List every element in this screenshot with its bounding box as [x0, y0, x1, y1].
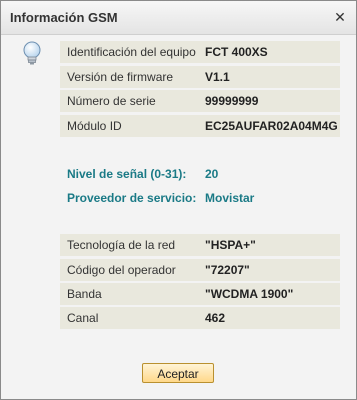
row-device-id: Identificación del equipo FCT 400XS: [60, 41, 340, 63]
signal-level: Nivel de señal (0-31): 20: [67, 167, 218, 181]
row-serial: Número de serie 99999999: [60, 90, 340, 112]
network-tech-label: Tecnología de la red: [67, 238, 176, 252]
gsm-info-dialog: Información GSM ✕ Identificación del equ…: [0, 0, 357, 400]
device-id-value: FCT 400XS: [205, 45, 268, 59]
module-id-value: EC25AUFAR02A04M4G: [205, 119, 338, 133]
row-network-tech: Tecnología de la red "HSPA+": [60, 234, 340, 256]
band-value: "WCDMA 1900": [205, 287, 294, 301]
channel-value: 462: [205, 311, 226, 325]
service-provider-value: Movistar: [205, 191, 255, 205]
title-bar: Información GSM ✕: [1, 1, 356, 35]
signal-level-label: Nivel de señal (0-31):: [67, 167, 187, 181]
signal-level-value: 20: [205, 167, 219, 181]
row-band: Banda "WCDMA 1900": [60, 283, 340, 305]
network-tech-value: "HSPA+": [205, 238, 256, 252]
channel-label: Canal: [67, 311, 99, 325]
serial-label: Número de serie: [67, 94, 156, 108]
row-operator-code: Código del operador "72207": [60, 259, 340, 281]
band-label: Banda: [67, 287, 102, 301]
device-id-label: Identificación del equipo: [67, 45, 196, 59]
service-provider-label: Proveedor de servicio:: [67, 191, 197, 205]
accept-button[interactable]: Aceptar: [142, 363, 214, 383]
lightbulb-icon: [23, 41, 41, 65]
firmware-value: V1.1: [205, 70, 230, 84]
module-id-label: Módulo ID: [67, 119, 122, 133]
operator-code-label: Código del operador: [67, 263, 176, 277]
row-channel: Canal 462: [60, 307, 340, 329]
firmware-label: Versión de firmware: [67, 70, 174, 84]
serial-value: 99999999: [205, 94, 259, 108]
row-firmware: Versión de firmware V1.1: [60, 66, 340, 88]
row-module-id: Módulo ID EC25AUFAR02A04M4G: [60, 115, 340, 137]
operator-code-value: "72207": [205, 263, 250, 277]
close-icon[interactable]: ✕: [331, 8, 349, 26]
service-provider: Proveedor de servicio: Movistar: [67, 191, 254, 205]
window-title: Información GSM: [10, 10, 118, 25]
